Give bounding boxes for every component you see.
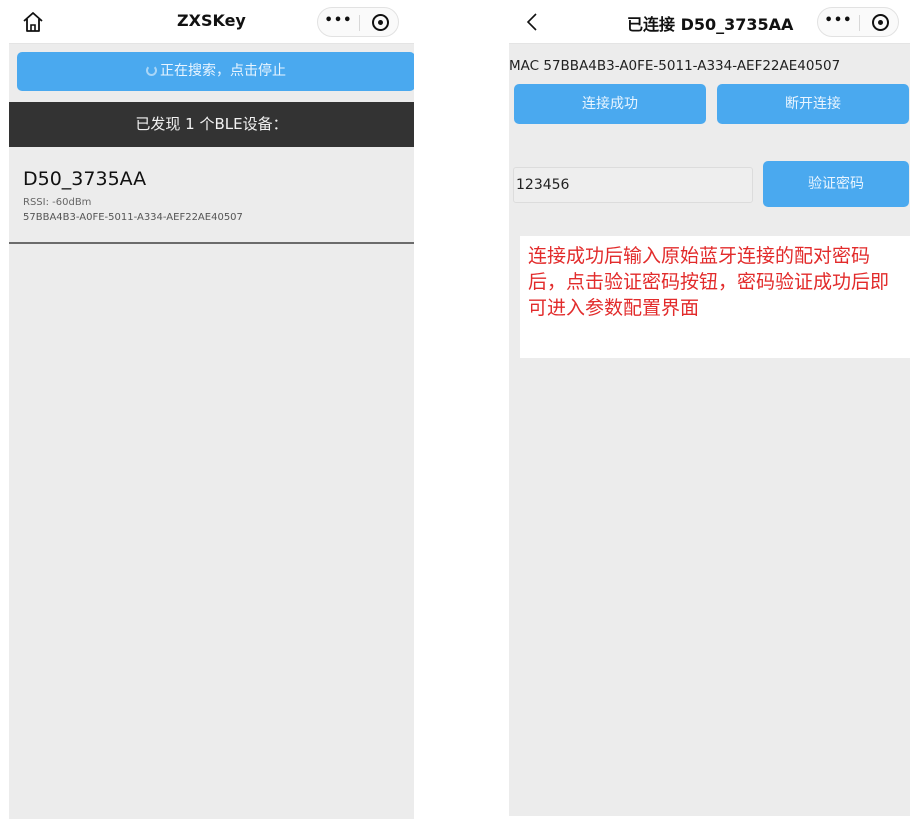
search-stop-button[interactable]: 正在搜索，点击停止 <box>17 52 414 91</box>
verify-password-button[interactable]: 验证密码 <box>763 161 909 207</box>
device-list-item[interactable]: D50_3735AA RSSI: -60dBm 57BBA4B3-A0FE-50… <box>9 152 414 244</box>
more-dots-icon[interactable]: ••• <box>318 13 359 28</box>
back-chevron-icon[interactable] <box>523 12 543 32</box>
nav-bar: 已连接 D50_3735AA ••• <box>509 0 910 44</box>
loading-spinner-icon <box>146 65 157 76</box>
instruction-note: 连接成功后输入原始蓝牙连接的配对密码后，点击验证密码按钮，密码验证成功后即可进入… <box>520 236 910 358</box>
page-title: ZXSKey <box>177 11 246 30</box>
device-scan-screen: ZXSKey ••• 正在搜索，点击停止 已发现 1 个BLE设备： D50_3… <box>9 0 414 819</box>
disconnect-button[interactable]: 断开连接 <box>717 84 909 124</box>
device-name: D50_3735AA <box>23 168 147 190</box>
connection-status-button[interactable]: 连接成功 <box>514 84 706 124</box>
mini-program-capsule: ••• <box>317 7 399 37</box>
password-input[interactable] <box>513 167 753 203</box>
device-connected-screen: 已连接 D50_3735AA ••• MAC 57BBA4B3-A0FE-501… <box>509 0 910 816</box>
home-icon[interactable] <box>21 10 45 34</box>
capsule-divider <box>359 15 360 31</box>
mini-program-capsule: ••• <box>817 7 899 37</box>
target-icon[interactable] <box>372 14 389 31</box>
device-uuid: 57BBA4B3-A0FE-5011-A334-AEF22AE40507 <box>23 212 243 223</box>
capsule-divider <box>859 15 860 31</box>
mac-address: MAC 57BBA4B3-A0FE-5011-A334-AEF22AE40507 <box>509 58 841 74</box>
found-devices-header: 已发现 1 个BLE设备： <box>9 102 414 147</box>
target-icon[interactable] <box>872 14 889 31</box>
page-title: 已连接 D50_3735AA <box>627 15 794 34</box>
device-rssi: RSSI: -60dBm <box>23 197 92 208</box>
divider <box>9 242 414 244</box>
more-dots-icon[interactable]: ••• <box>818 13 859 28</box>
instruction-text: 连接成功后输入原始蓝牙连接的配对密码后，点击验证密码按钮，密码验证成功后即可进入… <box>528 245 890 319</box>
nav-bar: ZXSKey ••• <box>9 0 414 44</box>
search-button-label: 正在搜索，点击停止 <box>160 63 286 79</box>
